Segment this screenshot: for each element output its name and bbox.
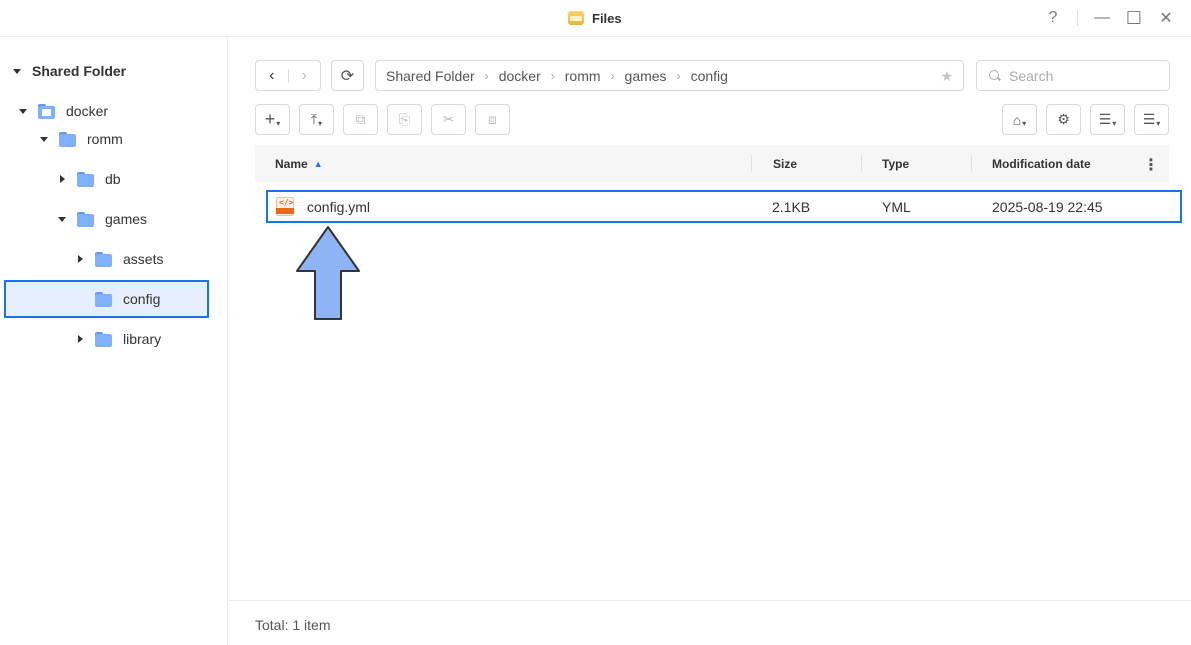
chevron-down-icon[interactable]: [18, 106, 28, 116]
column-header-size[interactable]: Size: [773, 157, 797, 171]
plus-icon: +: [264, 109, 276, 129]
column-header-name[interactable]: Name ▲: [275, 157, 323, 171]
history-nav: ‹ ›: [255, 60, 321, 91]
chevron-down-icon[interactable]: [12, 66, 22, 76]
chevron-down-icon[interactable]: [39, 134, 49, 144]
window-title: Files: [592, 10, 622, 26]
folder-icon: [95, 291, 112, 307]
column-options-kebab-icon[interactable]: ⋮: [1143, 155, 1159, 175]
chevron-down-icon[interactable]: [57, 214, 67, 224]
file-modified: 2025-08-19 22:45: [992, 199, 1103, 215]
tree-root-label: Shared Folder: [32, 63, 127, 79]
upload-icon: ⤒: [310, 111, 318, 127]
tree-item-label: games: [105, 211, 148, 227]
cut-button[interactable]: ✂: [431, 104, 466, 135]
title-bar: Files ? — ☐ ✕: [0, 0, 1191, 37]
chevron-right-icon: ›: [550, 68, 555, 83]
search-icon: [989, 69, 1001, 82]
help-icon[interactable]: ?: [1042, 8, 1064, 28]
duplicate-icon: ⧈: [488, 111, 497, 127]
create-button[interactable]: + ▾: [255, 104, 290, 135]
files-app-icon: [568, 11, 584, 25]
chevron-right-icon: ›: [676, 68, 681, 83]
breadcrumb-item[interactable]: Shared Folder: [386, 68, 475, 84]
file-name: config.yml: [307, 199, 371, 215]
tree-item-assets[interactable]: assets: [75, 240, 163, 278]
copy-icon: ⧉: [355, 111, 366, 127]
sort-ascending-icon: ▲: [313, 159, 323, 169]
folder-icon: [77, 211, 94, 227]
column-header-modified[interactable]: Modification date: [992, 157, 1091, 171]
action-button[interactable]: ⌂ ▾: [1002, 104, 1037, 135]
paste-button[interactable]: ⎘: [387, 104, 422, 135]
back-icon[interactable]: ‹: [256, 61, 288, 90]
chevron-right-icon[interactable]: [75, 334, 85, 344]
chevron-right-icon[interactable]: [57, 174, 67, 184]
tree-item-label: config: [123, 291, 161, 307]
breadcrumb-item[interactable]: games: [625, 68, 667, 84]
item-count: Total: 1 item: [255, 617, 331, 633]
sort-icon: ☰: [1142, 111, 1156, 127]
close-icon[interactable]: ✕: [1155, 8, 1177, 28]
folder-icon: [95, 251, 112, 267]
file-type: YML: [882, 199, 911, 215]
refresh-icon: ⟳: [340, 67, 355, 85]
title-divider: [1077, 10, 1078, 26]
tree-item-label: romm: [87, 131, 123, 147]
yml-file-icon: </>: [276, 197, 294, 216]
annotation-arrow-icon: [296, 226, 360, 320]
tree-item-db[interactable]: db: [57, 160, 121, 198]
paste-icon: ⎘: [398, 111, 411, 127]
shared-folder-icon: [38, 103, 55, 119]
minimize-icon[interactable]: —: [1091, 8, 1113, 28]
tree-root-shared-folder[interactable]: Shared Folder: [12, 52, 126, 90]
chevron-right-icon: ›: [610, 68, 615, 83]
tree-item-label: docker: [66, 103, 109, 119]
window-title-group: Files: [568, 9, 622, 27]
breadcrumb-item[interactable]: romm: [565, 68, 601, 84]
chevron-right-icon: ›: [484, 68, 489, 83]
table-row[interactable]: </> config.yml 2.1KB YML 2025-08-19 22:4…: [266, 190, 1182, 223]
gear-icon: ⚙: [1057, 111, 1070, 127]
settings-button[interactable]: ⚙: [1046, 104, 1081, 135]
tree-item-games[interactable]: games: [57, 200, 147, 238]
tree-item-label: db: [105, 171, 121, 187]
list-view-icon: ☰: [1098, 111, 1112, 127]
search-box[interactable]: [976, 60, 1170, 91]
breadcrumb-item[interactable]: config: [691, 68, 728, 84]
scissors-icon: ✂: [442, 111, 455, 127]
view-mode-button[interactable]: ☰ ▾: [1090, 104, 1125, 135]
status-bar: Total: 1 item: [229, 600, 1191, 645]
tree-item-config[interactable]: config: [75, 280, 160, 318]
duplicate-button[interactable]: ⧈: [475, 104, 510, 135]
maximize-icon[interactable]: ☐: [1123, 8, 1145, 28]
file-table-header: Name ▲ Size Type Modification date ⋮: [255, 145, 1169, 182]
favorite-star-icon[interactable]: ★: [940, 68, 953, 85]
chevron-right-icon[interactable]: [75, 254, 85, 264]
file-browser-main: ‹ › ⟳ Shared Folder › docker › romm › ga…: [229, 37, 1191, 645]
tree-item-label: library: [123, 331, 162, 347]
tree-item-library[interactable]: library: [75, 320, 161, 358]
breadcrumb-item[interactable]: docker: [499, 68, 541, 84]
refresh-button[interactable]: ⟳: [331, 60, 364, 91]
folder-icon: [59, 131, 76, 147]
tree-item-label: assets: [123, 251, 164, 267]
sort-button[interactable]: ☰ ▾: [1134, 104, 1169, 135]
folder-tree-sidebar: Shared Folder docker romm db games asset…: [0, 37, 228, 645]
forward-icon[interactable]: ›: [288, 61, 320, 90]
file-size: 2.1KB: [772, 199, 811, 215]
tree-item-romm[interactable]: romm: [39, 120, 123, 158]
breadcrumb: Shared Folder › docker › romm › games › …: [375, 60, 964, 91]
copy-button[interactable]: ⧉: [343, 104, 378, 135]
upload-button[interactable]: ⤒ ▾: [299, 104, 334, 135]
column-header-type[interactable]: Type: [882, 157, 909, 171]
briefcase-icon: ⌂: [1012, 111, 1022, 128]
search-input[interactable]: [1009, 67, 1149, 84]
folder-icon: [95, 331, 112, 347]
folder-icon: [77, 171, 94, 187]
